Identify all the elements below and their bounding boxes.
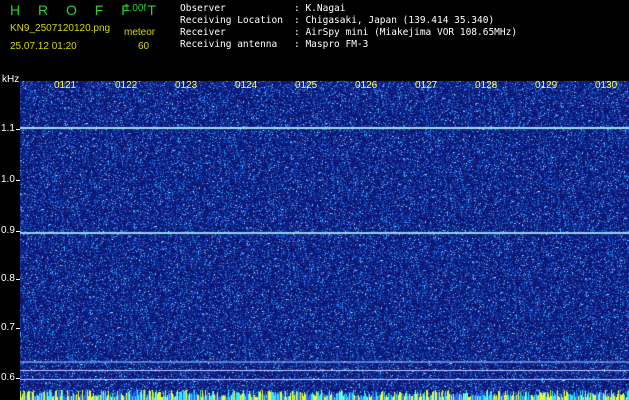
info-value: : K.Nagai xyxy=(294,3,346,14)
mode-label: meteor xyxy=(124,27,156,38)
x-tick-label: 0123 xyxy=(175,80,198,91)
info-key: Receiver xyxy=(180,27,226,38)
y-tick-label: 0.6 xyxy=(1,372,15,383)
x-tick-label: 0127 xyxy=(415,80,438,91)
info-value: : AirSpy mini (Miakejima VOR 108.65MHz) xyxy=(294,27,518,38)
x-tick-label: 0130 xyxy=(595,80,618,91)
x-tick-label: 0128 xyxy=(475,80,498,91)
interval-label: 60 xyxy=(138,41,150,52)
y-tick-mark xyxy=(16,328,20,329)
info-key: Receiving Location xyxy=(180,15,283,26)
x-tick-label: 0129 xyxy=(535,80,558,91)
info-key: Observer xyxy=(180,3,226,14)
info-row-observer: Observer : K.Nagai xyxy=(180,3,517,15)
info-value: : Maspro FM-3 xyxy=(294,39,369,50)
observation-info: Observer : K.Nagai Receiving Location : Ch… xyxy=(180,3,517,51)
x-tick-label: 0125 xyxy=(295,80,318,91)
y-tick-label: 0.7 xyxy=(1,322,15,333)
version-label: 1.00f xyxy=(124,3,147,14)
info-row-antenna: Receiving antenna : Maspro FM-3 xyxy=(180,39,517,51)
info-row-receiver: Receiver : AirSpy mini (Miakejima VOR 108… xyxy=(180,27,517,39)
y-tick-mark xyxy=(16,378,20,379)
y-tick-mark xyxy=(16,279,20,280)
y-tick-mark xyxy=(16,231,20,232)
y-tick-label: 1.0 xyxy=(1,174,15,185)
y-tick-label: 0.8 xyxy=(1,273,15,284)
y-axis-unit: kHz xyxy=(2,74,20,85)
y-tick-label: 0.9 xyxy=(1,225,15,236)
y-tick-mark xyxy=(16,129,20,130)
x-tick-label: 0124 xyxy=(235,80,258,91)
info-key: Receiving antenna xyxy=(180,39,278,50)
x-tick-label: 0126 xyxy=(355,80,378,91)
y-tick-mark xyxy=(16,180,20,181)
filename-label: KN9_2507120120.png xyxy=(10,23,111,34)
info-value: : Chigasaki, Japan (139.414 35.340) xyxy=(294,15,495,26)
x-tick-label: 0121 xyxy=(54,80,77,91)
x-tick-label: 0122 xyxy=(115,80,138,91)
y-tick-label: 1.1 xyxy=(1,123,15,134)
datetime-label: 25.07.12 01:20 xyxy=(10,41,77,52)
info-row-location: Receiving Location : Chigasaki, Japan (13… xyxy=(180,15,517,27)
spectrogram-canvas xyxy=(20,81,629,400)
